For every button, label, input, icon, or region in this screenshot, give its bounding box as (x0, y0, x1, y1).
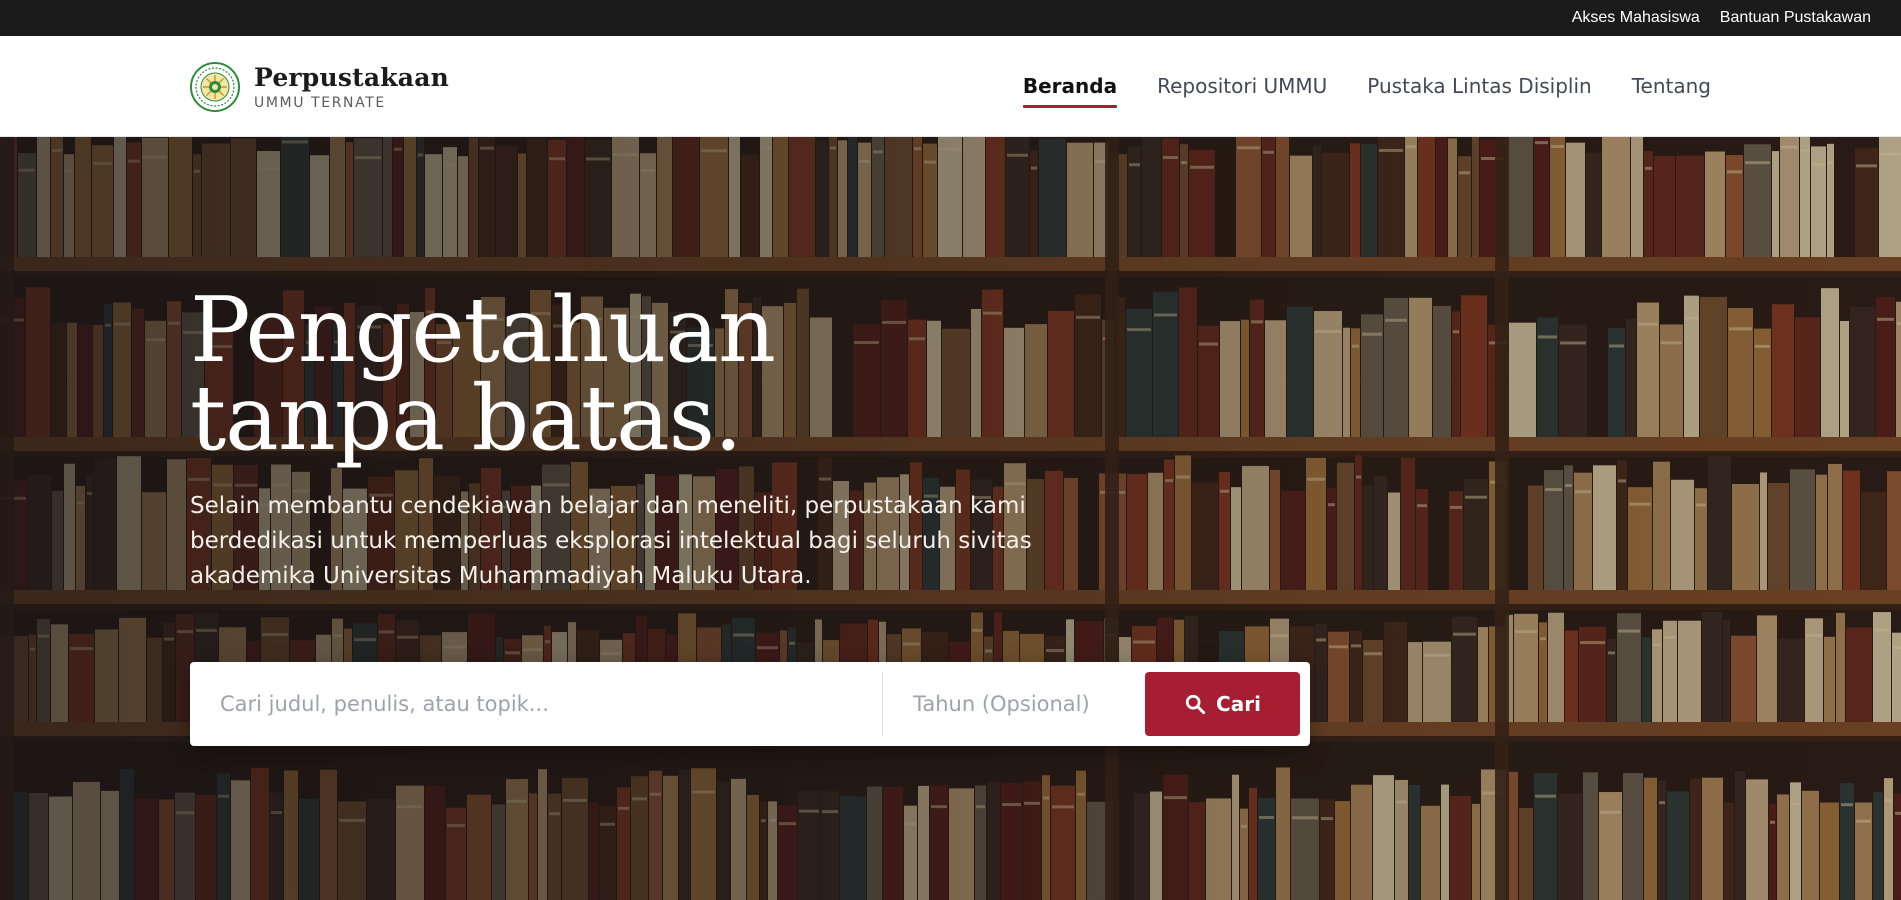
nav-item-tentang[interactable]: Tentang (1632, 68, 1711, 104)
site-header: Perpustakaan UMMU TERNATE Beranda Reposi… (0, 36, 1901, 137)
nav-item-pustaka-lintas-disiplin[interactable]: Pustaka Lintas Disiplin (1367, 68, 1591, 104)
hero-content: Pengetahuan tanpa batas. Selain membantu… (190, 278, 1290, 594)
brand-title: Perpustakaan (254, 63, 449, 92)
year-input[interactable] (883, 672, 1143, 736)
utility-bar: Akses Mahasiswa Bantuan Pustakawan (0, 0, 1901, 36)
catalog-search-form: Cari (190, 662, 1310, 746)
search-button[interactable]: Cari (1145, 672, 1300, 736)
headline-line-2: tanpa batas. (190, 366, 743, 471)
hero-section: Pengetahuan tanpa batas. Selain membantu… (0, 137, 1901, 900)
university-seal-icon (190, 62, 240, 112)
search-input[interactable] (190, 672, 882, 736)
nav-item-repositori[interactable]: Repositori UMMU (1157, 68, 1327, 104)
hero-headline: Pengetahuan tanpa batas. (190, 278, 1290, 471)
nav-item-beranda[interactable]: Beranda (1022, 68, 1118, 108)
brand-home-link[interactable]: Perpustakaan UMMU TERNATE (190, 62, 449, 112)
brand-subtitle: UMMU TERNATE (254, 95, 386, 111)
hero-description: Selain membantu cendekiawan belajar dan … (190, 493, 1032, 589)
librarian-help-link[interactable]: Bantuan Pustakawan (1720, 9, 1871, 27)
search-icon (1185, 694, 1206, 715)
main-nav: Beranda Repositori UMMU Pustaka Lintas D… (1022, 36, 1711, 136)
search-button-label: Cari (1216, 692, 1261, 716)
headline-line-1: Pengetahuan (190, 278, 776, 383)
student-access-link[interactable]: Akses Mahasiswa (1572, 9, 1700, 27)
